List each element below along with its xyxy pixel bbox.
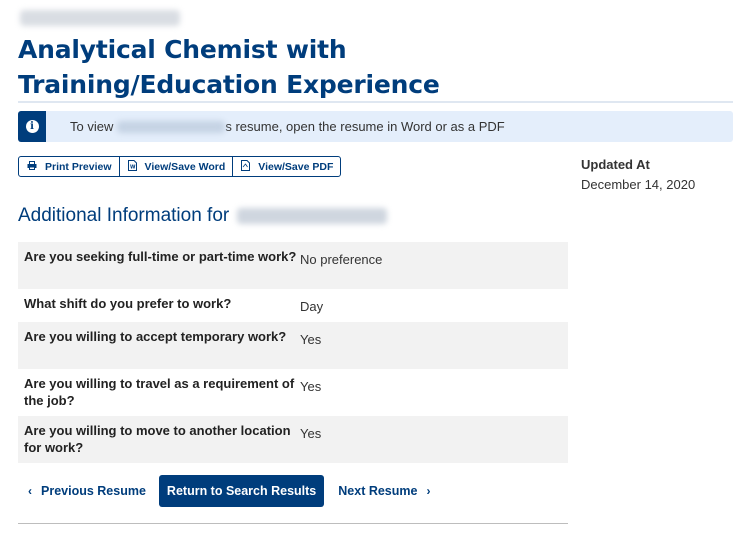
notice-suffix: s resume, open the resume in Word or as … [225,119,505,134]
previous-resume-label: Previous Resume [41,484,146,498]
resume-actions-group: Print Preview W View/Save Word View/Save… [18,156,342,177]
table-row: Are you willing to move to another locat… [18,416,568,463]
next-resume-label: Next Resume [338,484,418,498]
notice-prefix: To view [70,119,114,134]
notice-text: To view s resume, open the resume in Wor… [70,119,505,134]
section-name-redacted [237,208,388,224]
table-row: What shift do you prefer to work? Day [18,289,568,322]
resume-pager: ‹ Previous Resume Return to Search Resul… [18,475,568,507]
table-row: Are you willing to travel as a requireme… [18,369,568,416]
additional-info-heading: Additional Information for [18,205,388,227]
additional-info-table: Are you seeking full-time or part-time w… [18,242,568,463]
candidate-name-redacted [20,10,180,26]
svg-text:W: W [130,164,136,170]
return-to-search-label: Return to Search Results [166,484,317,498]
return-to-search-button[interactable]: Return to Search Results [158,475,325,507]
answer-text: Yes [300,379,322,394]
chevron-left-icon: ‹ [28,484,32,498]
page-title-line2: Training/Education Experience [18,70,440,99]
notice-name-redacted [117,120,226,133]
question-text: What shift do you prefer to work? [24,296,232,311]
question-text: Are you willing to travel as a requireme… [24,376,295,408]
question-text: Are you seeking full-time or part-time w… [24,249,297,264]
answer-text: No preference [300,252,383,267]
chevron-right-icon: › [426,484,431,498]
table-row: Are you seeking full-time or part-time w… [18,242,568,289]
word-document-icon: W [127,159,137,174]
resume-notice-banner: i To view s resume, open the resume in W… [18,111,733,142]
view-save-pdf-button[interactable]: View/Save PDF [233,157,340,176]
question-text: Are you willing to accept temporary work… [24,329,287,344]
view-save-word-button[interactable]: W View/Save Word [120,157,234,176]
print-preview-button[interactable]: Print Preview [19,157,120,176]
title-divider [18,101,733,103]
answer-text: Day [300,299,324,314]
print-preview-label: Print Preview [45,160,112,173]
page-title-line1: Analytical Chemist with [18,35,347,64]
printer-icon [27,160,37,173]
notice-accent: i [18,111,46,142]
question-text: Are you willing to move to another locat… [24,423,291,455]
additional-info-title: Additional Information for [18,205,230,226]
answer-text: Yes [300,332,322,347]
answer-text: Yes [300,426,322,441]
updated-at-date: December 14, 2020 [581,177,696,192]
updated-at-label: Updated At [581,157,650,172]
bottom-divider [18,523,568,524]
pdf-document-icon [241,159,251,174]
previous-resume-link[interactable]: ‹ Previous Resume [28,484,146,498]
view-save-word-label: View/Save Word [144,160,226,173]
table-row: Are you willing to accept temporary work… [18,322,568,369]
next-resume-link[interactable]: Next Resume › [338,484,430,498]
page-title: Analytical Chemist with Training/Educati… [18,32,718,102]
view-save-pdf-label: View/Save PDF [258,160,334,173]
info-icon: i [25,120,39,133]
